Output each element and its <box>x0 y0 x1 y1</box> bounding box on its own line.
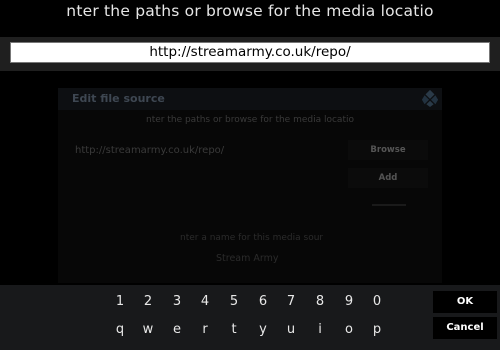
kodi-logo-icon <box>421 89 439 107</box>
key-4[interactable]: 4 <box>193 291 217 313</box>
dialog-title: Edit file source <box>72 92 165 105</box>
url-input-field[interactable]: http://streamarmy.co.uk/repo/ <box>10 42 490 63</box>
key-1[interactable]: 1 <box>108 291 132 313</box>
key-9[interactable]: 9 <box>337 291 361 313</box>
dialog-path: http://streamarmy.co.uk/repo/ <box>75 145 225 156</box>
key-r[interactable]: r <box>193 319 217 341</box>
key-p[interactable]: p <box>365 319 389 341</box>
remove-button[interactable] <box>372 204 406 206</box>
key-t[interactable]: t <box>222 319 246 341</box>
key-o[interactable]: o <box>337 319 361 341</box>
onscreen-keyboard <box>0 285 500 350</box>
key-3[interactable]: 3 <box>165 291 189 313</box>
name-value: Stream Army <box>216 253 279 264</box>
ok-button[interactable]: OK <box>433 291 497 313</box>
key-e[interactable]: e <box>165 319 189 341</box>
key-0[interactable]: 0 <box>365 291 389 313</box>
name-label: nter a name for this media sour <box>180 233 324 243</box>
key-w[interactable]: w <box>136 319 160 341</box>
dialog-subtitle: nter the paths or browse for the media l… <box>146 115 354 125</box>
key-i[interactable]: i <box>308 319 332 341</box>
key-y[interactable]: y <box>251 319 275 341</box>
key-5[interactable]: 5 <box>222 291 246 313</box>
key-7[interactable]: 7 <box>279 291 303 313</box>
add-button[interactable]: Add <box>348 168 428 188</box>
cancel-button[interactable]: Cancel <box>433 317 497 339</box>
key-u[interactable]: u <box>279 319 303 341</box>
key-2[interactable]: 2 <box>136 291 160 313</box>
key-8[interactable]: 8 <box>308 291 332 313</box>
browse-button[interactable]: Browse <box>348 140 428 160</box>
key-6[interactable]: 6 <box>251 291 275 313</box>
key-q[interactable]: q <box>108 319 132 341</box>
prompt-text: nter the paths or browse for the media l… <box>66 2 434 20</box>
